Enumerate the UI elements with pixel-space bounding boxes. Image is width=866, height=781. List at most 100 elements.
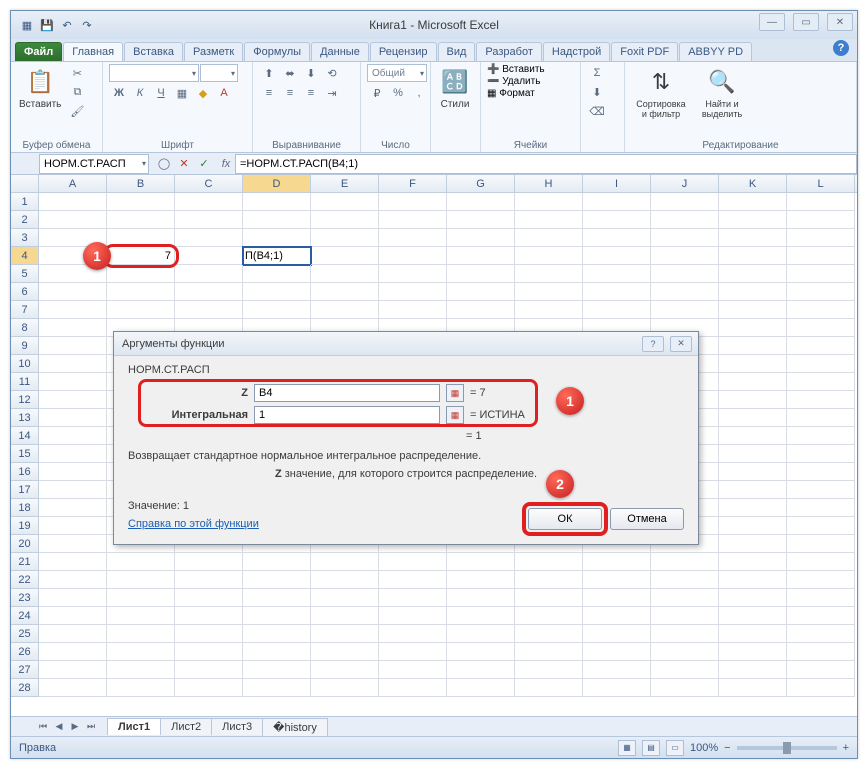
cell[interactable] (447, 571, 515, 589)
tab-data[interactable]: Данные (311, 42, 369, 61)
cell[interactable] (719, 193, 787, 211)
cell[interactable] (447, 265, 515, 283)
tab-review[interactable]: Рецензир (370, 42, 437, 61)
maximize-button[interactable]: ▭ (793, 13, 819, 31)
cell[interactable] (719, 427, 787, 445)
cell[interactable] (39, 643, 107, 661)
cell[interactable] (583, 625, 651, 643)
cell[interactable] (583, 265, 651, 283)
cell[interactable] (39, 679, 107, 697)
cell[interactable] (243, 211, 311, 229)
cell[interactable] (107, 607, 175, 625)
cell[interactable] (107, 643, 175, 661)
cell[interactable] (719, 337, 787, 355)
cell[interactable] (243, 229, 311, 247)
cell[interactable] (787, 283, 855, 301)
cell[interactable]: 7 (107, 247, 175, 265)
cell[interactable] (651, 211, 719, 229)
cell[interactable] (651, 589, 719, 607)
italic-button[interactable]: К (130, 84, 150, 102)
row-header-26[interactable]: 26 (11, 643, 39, 661)
cell[interactable] (175, 247, 243, 265)
align-left-button[interactable]: ≡ (259, 84, 279, 102)
cell[interactable] (787, 211, 855, 229)
row-header-18[interactable]: 18 (11, 499, 39, 517)
indent-button[interactable]: ⇥ (322, 84, 342, 102)
cell[interactable] (719, 589, 787, 607)
cut-icon[interactable]: ✂ (67, 64, 87, 82)
cell[interactable] (379, 571, 447, 589)
row-header-22[interactable]: 22 (11, 571, 39, 589)
cell[interactable] (787, 517, 855, 535)
close-button[interactable]: ✕ (827, 13, 853, 31)
row-header-4[interactable]: 4 (11, 247, 39, 265)
sheet-tab-new[interactable]: �history (262, 718, 328, 736)
cell[interactable] (39, 535, 107, 553)
cell[interactable] (311, 571, 379, 589)
cell[interactable] (39, 445, 107, 463)
cell[interactable] (515, 571, 583, 589)
cell[interactable] (447, 589, 515, 607)
cell[interactable] (719, 409, 787, 427)
cell[interactable] (651, 229, 719, 247)
cell[interactable] (787, 499, 855, 517)
cell[interactable] (107, 265, 175, 283)
cell[interactable] (107, 661, 175, 679)
cell[interactable] (311, 553, 379, 571)
bold-button[interactable]: Ж (109, 84, 129, 102)
col-J[interactable]: J (651, 175, 719, 192)
cell[interactable] (719, 517, 787, 535)
cell[interactable] (787, 625, 855, 643)
ok-button[interactable]: ОК (528, 508, 602, 530)
cell[interactable] (243, 607, 311, 625)
cell[interactable] (175, 643, 243, 661)
row-header-11[interactable]: 11 (11, 373, 39, 391)
cell[interactable] (719, 229, 787, 247)
cell[interactable] (787, 301, 855, 319)
cell[interactable] (787, 607, 855, 625)
cell[interactable] (719, 373, 787, 391)
format-painter-icon[interactable]: 🖌 (67, 102, 87, 120)
cell[interactable] (107, 553, 175, 571)
cell[interactable] (175, 211, 243, 229)
font-combo[interactable] (109, 64, 199, 82)
format-cells-button[interactable]: ▦ Формат (487, 88, 535, 99)
col-F[interactable]: F (379, 175, 447, 192)
cell[interactable] (651, 607, 719, 625)
align-middle-button[interactable]: ⬌ (280, 64, 300, 82)
cell[interactable] (447, 211, 515, 229)
cell[interactable] (39, 661, 107, 679)
cell[interactable] (39, 481, 107, 499)
col-C[interactable]: C (175, 175, 243, 192)
cell[interactable] (719, 463, 787, 481)
cell[interactable] (175, 571, 243, 589)
dialog-close-button[interactable]: ✕ (670, 336, 692, 352)
number-format-combo[interactable]: Общий (367, 64, 427, 82)
cell[interactable] (583, 679, 651, 697)
cell[interactable] (787, 661, 855, 679)
cell[interactable] (39, 499, 107, 517)
cell[interactable] (583, 643, 651, 661)
cell[interactable] (651, 661, 719, 679)
cancel-button[interactable]: Отмена (610, 508, 684, 530)
cell[interactable] (311, 589, 379, 607)
insert-cells-button[interactable]: ➕ Вставить (487, 64, 545, 75)
cell[interactable]: П(B4;1) (243, 247, 311, 265)
cell[interactable] (447, 679, 515, 697)
sort-filter-button[interactable]: ⇅Сортировка и фильтр (631, 64, 691, 121)
cell[interactable] (379, 661, 447, 679)
view-layout-button[interactable]: ▤ (642, 740, 660, 756)
cell[interactable] (447, 247, 515, 265)
cell[interactable] (243, 301, 311, 319)
sheet-nav-next[interactable]: ▶ (67, 719, 83, 735)
align-center-button[interactable]: ≡ (280, 84, 300, 102)
cell[interactable] (787, 553, 855, 571)
sheet-nav-prev[interactable]: ◀ (51, 719, 67, 735)
border-button[interactable]: ▦ (172, 84, 192, 102)
cell[interactable] (39, 607, 107, 625)
cell[interactable] (107, 679, 175, 697)
cell[interactable] (787, 445, 855, 463)
cell[interactable] (311, 301, 379, 319)
enter-formula-button[interactable]: ✓ (195, 155, 213, 173)
cell[interactable] (39, 337, 107, 355)
